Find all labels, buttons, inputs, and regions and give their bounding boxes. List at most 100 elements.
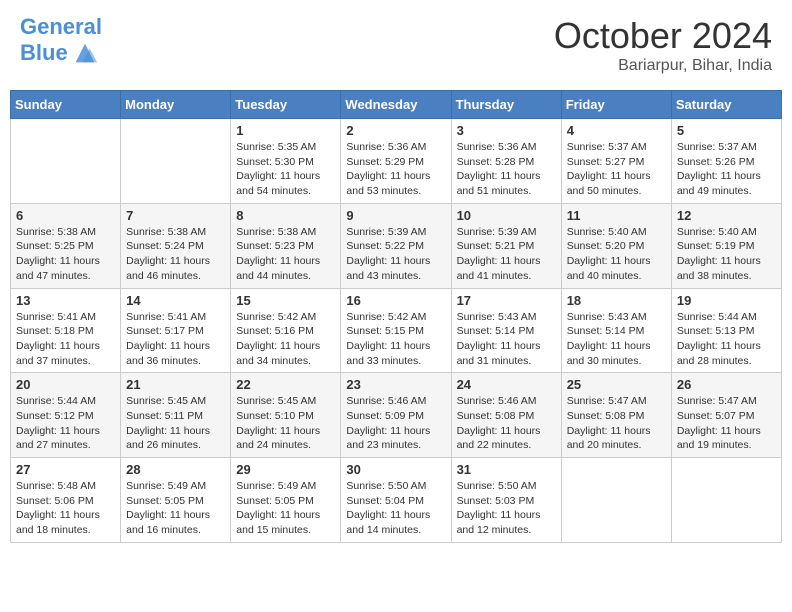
calendar-cell: 7 Sunrise: 5:38 AMSunset: 5:24 PMDaylight… [121,203,231,288]
day-info: Sunrise: 5:38 AMSunset: 5:24 PMDaylight:… [126,225,225,284]
calendar-cell: 26Sunrise: 5:47 AMSunset: 5:07 PMDayligh… [671,373,781,458]
day-number: 19 [677,293,776,308]
calendar-cell: 4 Sunrise: 5:37 AMSunset: 5:27 PMDaylight… [561,119,671,204]
calendar-week-row: 20 Sunrise: 5:44 AMSunset: 5:12 PMDayligh… [11,373,782,458]
day-info: Sunrise: 5:48 AMSunset: 5:06 PMDaylight:… [16,479,115,538]
calendar-cell: 22Sunrise: 5:45 AMSunset: 5:10 PMDayligh… [231,373,341,458]
calendar-cell: 25Sunrise: 5:47 AMSunset: 5:08 PMDayligh… [561,373,671,458]
day-number: 23 [346,377,445,392]
day-number: 16 [346,293,445,308]
page-header: General Blue October 2024 Bariarpur, Bih… [10,10,782,80]
day-number: 11 [567,208,666,223]
day-info: Sunrise: 5:42 AMSunset: 5:15 PMDaylight:… [346,310,445,369]
day-info: Sunrise: 5:44 AMSunset: 5:12 PMDaylight:… [16,394,115,453]
calendar-cell: 9 Sunrise: 5:39 AMSunset: 5:22 PMDaylight… [341,203,451,288]
day-info: Sunrise: 5:47 AMSunset: 5:07 PMDaylight:… [677,394,776,453]
day-number: 3 [457,123,556,138]
day-info: Sunrise: 5:36 AMSunset: 5:29 PMDaylight:… [346,140,445,199]
day-number: 15 [236,293,335,308]
day-number: 30 [346,462,445,477]
weekday-header: Monday [121,91,231,119]
day-number: 7 [126,208,225,223]
day-info: Sunrise: 5:39 AMSunset: 5:22 PMDaylight:… [346,225,445,284]
day-number: 6 [16,208,115,223]
day-number: 18 [567,293,666,308]
calendar-cell: 18 Sunrise: 5:43 AMSunset: 5:14 PMDayligh… [561,288,671,373]
calendar-week-row: 1Sunrise: 5:35 AMSunset: 5:30 PMDaylight… [11,119,782,204]
day-info: Sunrise: 5:39 AMSunset: 5:21 PMDaylight:… [457,225,556,284]
day-number: 17 [457,293,556,308]
day-info: Sunrise: 5:41 AMSunset: 5:17 PMDaylight:… [126,310,225,369]
weekday-header: Saturday [671,91,781,119]
day-number: 9 [346,208,445,223]
calendar-cell: 24 Sunrise: 5:46 AMSunset: 5:08 PMDayligh… [451,373,561,458]
calendar-cell [671,458,781,543]
day-info: Sunrise: 5:38 AMSunset: 5:25 PMDaylight:… [16,225,115,284]
day-info: Sunrise: 5:43 AMSunset: 5:14 PMDaylight:… [457,310,556,369]
calendar-cell: 23 Sunrise: 5:46 AMSunset: 5:09 PMDayligh… [341,373,451,458]
calendar-week-row: 6 Sunrise: 5:38 AMSunset: 5:25 PMDaylight… [11,203,782,288]
calendar-cell: 28 Sunrise: 5:49 AMSunset: 5:05 PMDayligh… [121,458,231,543]
calendar-cell: 6 Sunrise: 5:38 AMSunset: 5:25 PMDaylight… [11,203,121,288]
day-number: 29 [236,462,335,477]
day-number: 24 [457,377,556,392]
day-number: 8 [236,208,335,223]
day-number: 1 [236,123,335,138]
weekday-header: Thursday [451,91,561,119]
calendar-cell: 13 Sunrise: 5:41 AMSunset: 5:18 PMDayligh… [11,288,121,373]
calendar-cell: 20 Sunrise: 5:44 AMSunset: 5:12 PMDayligh… [11,373,121,458]
calendar-cell: 12Sunrise: 5:40 AMSunset: 5:19 PMDayligh… [671,203,781,288]
logo-text-blue: Blue [20,41,68,65]
day-info: Sunrise: 5:49 AMSunset: 5:05 PMDaylight:… [126,479,225,538]
day-info: Sunrise: 5:46 AMSunset: 5:09 PMDaylight:… [346,394,445,453]
day-info: Sunrise: 5:50 AMSunset: 5:03 PMDaylight:… [457,479,556,538]
day-number: 5 [677,123,776,138]
calendar-cell: 1Sunrise: 5:35 AMSunset: 5:30 PMDaylight… [231,119,341,204]
location-title: Bariarpur, Bihar, India [554,57,772,75]
day-info: Sunrise: 5:45 AMSunset: 5:11 PMDaylight:… [126,394,225,453]
weekday-header: Tuesday [231,91,341,119]
title-block: October 2024 Bariarpur, Bihar, India [554,15,772,75]
day-number: 28 [126,462,225,477]
calendar-cell: 17 Sunrise: 5:43 AMSunset: 5:14 PMDayligh… [451,288,561,373]
logo: General Blue [20,15,102,67]
calendar-cell: 10 Sunrise: 5:39 AMSunset: 5:21 PMDayligh… [451,203,561,288]
day-info: Sunrise: 5:41 AMSunset: 5:18 PMDaylight:… [16,310,115,369]
day-info: Sunrise: 5:46 AMSunset: 5:08 PMDaylight:… [457,394,556,453]
day-number: 10 [457,208,556,223]
day-info: Sunrise: 5:44 AMSunset: 5:13 PMDaylight:… [677,310,776,369]
logo-text: General [20,15,102,39]
day-info: Sunrise: 5:36 AMSunset: 5:28 PMDaylight:… [457,140,556,199]
day-number: 21 [126,377,225,392]
day-number: 4 [567,123,666,138]
calendar-cell [561,458,671,543]
weekday-header-row: SundayMondayTuesdayWednesdayThursdayFrid… [11,91,782,119]
day-number: 2 [346,123,445,138]
day-number: 20 [16,377,115,392]
calendar-cell: 8 Sunrise: 5:38 AMSunset: 5:23 PMDaylight… [231,203,341,288]
calendar-cell: 14 Sunrise: 5:41 AMSunset: 5:17 PMDayligh… [121,288,231,373]
calendar-cell: 15Sunrise: 5:42 AMSunset: 5:16 PMDayligh… [231,288,341,373]
calendar-cell: 2 Sunrise: 5:36 AMSunset: 5:29 PMDaylight… [341,119,451,204]
day-number: 25 [567,377,666,392]
day-info: Sunrise: 5:40 AMSunset: 5:19 PMDaylight:… [677,225,776,284]
calendar-cell: 30 Sunrise: 5:50 AMSunset: 5:04 PMDayligh… [341,458,451,543]
day-info: Sunrise: 5:50 AMSunset: 5:04 PMDaylight:… [346,479,445,538]
day-number: 14 [126,293,225,308]
day-info: Sunrise: 5:49 AMSunset: 5:05 PMDaylight:… [236,479,335,538]
calendar-week-row: 13 Sunrise: 5:41 AMSunset: 5:18 PMDayligh… [11,288,782,373]
calendar-cell: 21 Sunrise: 5:45 AMSunset: 5:11 PMDayligh… [121,373,231,458]
day-number: 31 [457,462,556,477]
calendar-cell [121,119,231,204]
day-number: 13 [16,293,115,308]
day-info: Sunrise: 5:43 AMSunset: 5:14 PMDaylight:… [567,310,666,369]
day-info: Sunrise: 5:45 AMSunset: 5:10 PMDaylight:… [236,394,335,453]
calendar-week-row: 27Sunrise: 5:48 AMSunset: 5:06 PMDayligh… [11,458,782,543]
day-info: Sunrise: 5:40 AMSunset: 5:20 PMDaylight:… [567,225,666,284]
logo-icon [71,39,99,67]
calendar-cell: 16 Sunrise: 5:42 AMSunset: 5:15 PMDayligh… [341,288,451,373]
day-info: Sunrise: 5:37 AMSunset: 5:26 PMDaylight:… [677,140,776,199]
day-info: Sunrise: 5:37 AMSunset: 5:27 PMDaylight:… [567,140,666,199]
day-info: Sunrise: 5:38 AMSunset: 5:23 PMDaylight:… [236,225,335,284]
calendar-cell: 31 Sunrise: 5:50 AMSunset: 5:03 PMDayligh… [451,458,561,543]
